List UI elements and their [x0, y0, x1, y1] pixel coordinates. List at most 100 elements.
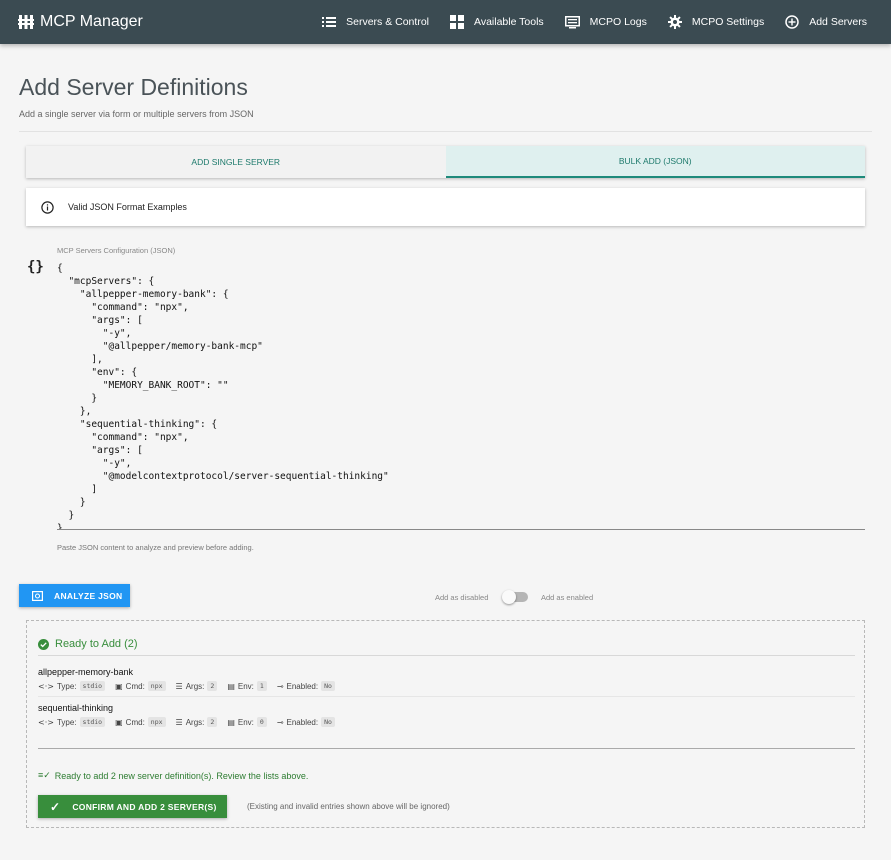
- meta-env: ▤ Env: 0: [227, 717, 267, 727]
- nav-available-tools[interactable]: Available Tools: [450, 15, 544, 29]
- terminal-icon: ▣: [115, 681, 123, 691]
- args-icon: ☰: [175, 681, 183, 691]
- meta-value: 0: [256, 717, 267, 727]
- meta-value: No: [321, 717, 335, 727]
- preview-divider: [38, 748, 855, 749]
- nav-label: MCPO Logs: [589, 16, 647, 28]
- nav-label: MCPO Settings: [691, 16, 765, 28]
- server-name: sequential-thinking: [38, 703, 114, 713]
- json-field-label: MCP Servers Configuration (JSON): [57, 246, 176, 255]
- ready-divider: [38, 655, 855, 656]
- server-name: allpepper-memory-bank: [38, 667, 134, 677]
- nav-servers-control[interactable]: Servers & Control: [322, 16, 429, 28]
- toggle-icon: ⊸: [276, 681, 284, 691]
- logs-icon: [564, 15, 580, 28]
- header-divider: [19, 131, 872, 132]
- checklist-icon: ≡✓: [38, 770, 51, 780]
- json-line: "args": [: [57, 315, 143, 326]
- json-line: "MEMORY_BANK_ROOT": "": [57, 380, 229, 391]
- confirm-note: (Existing and invalid entries shown abov…: [247, 802, 450, 811]
- meta-value: stdio: [79, 681, 106, 691]
- toggle-icon: ⊸: [276, 717, 284, 727]
- toggle-label-enabled: Add as enabled: [541, 593, 594, 602]
- json-field-hint: Paste JSON content to analyze and previe…: [57, 543, 254, 552]
- json-line: "sequential-thinking": {: [57, 419, 218, 430]
- add-circle-icon: [785, 15, 799, 29]
- server-meta: <·> Type: stdio ▣ Cmd: npx ☰ Args: 2 ▤ Env: 0 ⊸ E…: [38, 717, 855, 727]
- nav-add-servers[interactable]: Add Servers: [785, 15, 867, 29]
- meta-cmd: ▣ Cmd: npx: [115, 717, 166, 727]
- meta-label: Cmd:: [125, 681, 145, 691]
- meta-value: npx: [147, 681, 166, 691]
- json-line: ],: [57, 354, 103, 365]
- json-line: "command": "npx",: [57, 302, 189, 313]
- ready-message: ≡✓ Ready to add 2 new server definition(…: [38, 770, 308, 781]
- page-title: Add Server Definitions: [19, 74, 248, 100]
- json-line: }: [57, 497, 86, 508]
- meta-label: Env:: [237, 717, 254, 727]
- list-item: allpepper-memory-bank <·> Type: stdio ▣ Cmd…: [38, 667, 855, 691]
- check-circle-icon: [38, 638, 49, 650]
- list-icon: [322, 17, 337, 27]
- scan-icon: [32, 590, 43, 601]
- terminal-icon: ▣: [115, 717, 123, 727]
- nav-label: Available Tools: [474, 16, 544, 28]
- meta-label: Env:: [237, 681, 254, 691]
- nav-label: Add Servers: [809, 16, 867, 28]
- json-line: ]: [57, 484, 98, 495]
- json-line: {: [57, 263, 63, 274]
- json-line: "env": {: [57, 367, 138, 378]
- meta-value: npx: [147, 717, 166, 727]
- json-line: "@allpepper/memory-bank-mcp": [57, 341, 263, 352]
- info-text: Valid JSON Format Examples: [68, 202, 187, 212]
- meta-enabled: ⊸ Enabled: No: [277, 717, 335, 727]
- meta-label: Args:: [185, 681, 205, 691]
- tab-bulk-add-json[interactable]: BULK ADD (JSON): [445, 146, 865, 178]
- server-rack-icon: [18, 15, 34, 29]
- json-line: "args": [: [57, 445, 143, 456]
- top-app-bar: MCP Manager Servers & Control Available …: [0, 0, 891, 44]
- nav-mcpo-settings[interactable]: MCPO Settings: [667, 15, 765, 29]
- meta-type: <·> Type: stdio: [38, 717, 106, 727]
- meta-type: <·> Type: stdio: [38, 681, 106, 691]
- add-enabled-toggle[interactable]: [502, 590, 528, 604]
- json-line: "-y",: [57, 328, 132, 339]
- tab-add-single-server[interactable]: ADD SINGLE SERVER: [26, 146, 446, 178]
- meta-enabled: ⊸ Enabled: No: [277, 681, 335, 691]
- meta-label: Type:: [56, 681, 77, 691]
- meta-cmd: ▣ Cmd: npx: [115, 681, 166, 691]
- json-line: }: [57, 523, 63, 530]
- code-braces-icon: {}: [27, 259, 44, 275]
- confirm-add-servers-button[interactable]: ✓ CONFIRM AND ADD 2 SERVER(S): [38, 795, 227, 818]
- args-icon: ☰: [175, 717, 183, 727]
- analysis-preview-panel: Ready to Add (2) allpepper-memory-bank <…: [26, 620, 865, 828]
- json-line: "@modelcontextprotocol/server-sequential…: [57, 471, 389, 482]
- meta-label: Enabled:: [286, 717, 319, 727]
- type-icon: <·>: [38, 717, 54, 727]
- json-format-examples-expander[interactable]: Valid JSON Format Examples: [26, 188, 865, 226]
- toggle-knob: [502, 590, 516, 604]
- meta-value: 2: [207, 681, 218, 691]
- toggle-label-disabled: Add as disabled: [435, 593, 489, 602]
- meta-label: Args:: [185, 717, 205, 727]
- meta-args: ☰ Args: 2: [176, 717, 218, 727]
- gear-icon: [667, 15, 682, 29]
- list-item: sequential-thinking <·> Type: stdio ▣ Cmd: n…: [38, 703, 855, 727]
- meta-env: ▤ Env: 1: [227, 681, 267, 691]
- type-icon: <·>: [38, 681, 54, 691]
- json-config-textarea[interactable]: { "mcpServers": { "allpepper-memory-bank…: [57, 262, 865, 530]
- json-line: },: [57, 406, 92, 417]
- meta-value: 1: [256, 681, 267, 691]
- ready-title: Ready to Add (2): [55, 638, 138, 650]
- server-meta: <·> Type: stdio ▣ Cmd: npx ☰ Args: 2 ▤ Env: 1 ⊸ E…: [38, 681, 855, 691]
- add-mode-tabs: ADD SINGLE SERVER BULK ADD (JSON): [26, 146, 865, 178]
- json-line: "command": "npx",: [57, 432, 189, 443]
- meta-value: No: [321, 681, 335, 691]
- check-icon: ✓: [50, 799, 61, 814]
- meta-value: stdio: [79, 717, 106, 727]
- nav-mcpo-logs[interactable]: MCPO Logs: [564, 15, 647, 29]
- page-subtitle: Add a single server via form or multiple…: [19, 109, 254, 119]
- analyze-json-button[interactable]: ANALYZE JSON: [19, 584, 130, 607]
- confirm-label: CONFIRM AND ADD 2 SERVER(S): [72, 801, 217, 812]
- brand[interactable]: MCP Manager: [18, 0, 143, 44]
